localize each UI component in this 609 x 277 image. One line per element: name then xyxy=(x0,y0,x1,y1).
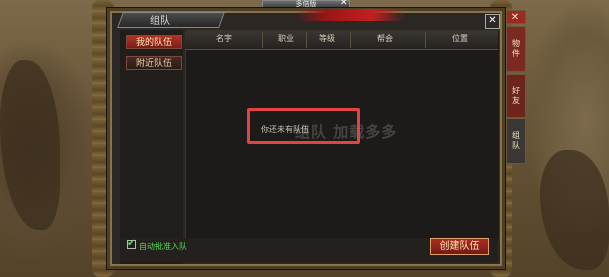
side-tab-items[interactable]: 物件 xyxy=(506,26,526,72)
window-title-tab xyxy=(117,12,225,28)
column-level: 等级 xyxy=(319,34,335,43)
column-divider xyxy=(425,32,426,48)
column-name: 名字 xyxy=(216,34,232,43)
column-guild: 帮会 xyxy=(377,34,393,43)
ribbon-decoration xyxy=(295,9,405,21)
tab-nearby-teams[interactable]: 附近队伍 xyxy=(126,56,182,70)
window-close-icon[interactable]: ✕ xyxy=(485,14,500,29)
side-close-icon[interactable]: ✕ xyxy=(506,10,526,24)
side-tab-team[interactable]: 组队 xyxy=(506,118,526,164)
column-divider xyxy=(350,32,351,48)
side-tab-friends[interactable]: 好友 xyxy=(506,74,526,118)
column-class: 职业 xyxy=(278,34,294,43)
auto-accept-label[interactable]: 自动批准入队 xyxy=(139,241,187,252)
window-title: 组队 xyxy=(150,16,170,27)
column-divider xyxy=(306,32,307,48)
column-divider xyxy=(262,32,263,48)
highlight-box xyxy=(247,108,360,144)
column-location: 位置 xyxy=(452,34,468,43)
tab-my-team[interactable]: 我的队伍 xyxy=(126,35,182,49)
check-icon: ✔ xyxy=(127,238,136,249)
create-team-button[interactable]: 创建队伍 xyxy=(430,238,489,255)
top-bar-close-icon[interactable]: ✕ xyxy=(340,0,348,8)
